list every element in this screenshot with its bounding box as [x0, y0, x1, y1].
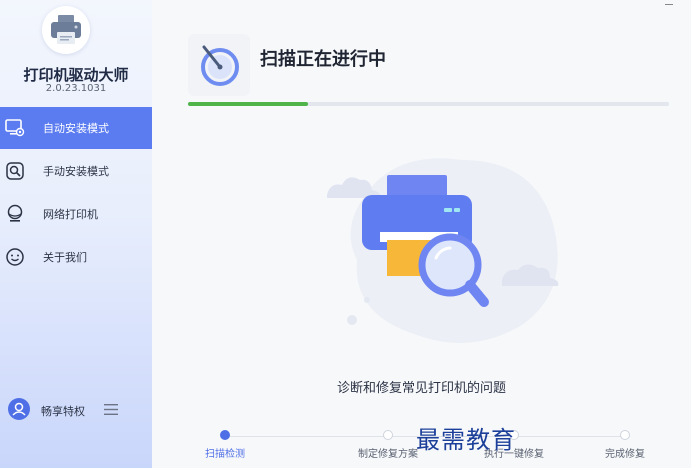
scan-subtitle: 诊断和修复常见打印机的问题 — [336, 381, 506, 396]
step-dot — [220, 430, 230, 440]
watermark: 最需教育 — [416, 426, 516, 454]
app-logo — [42, 6, 90, 54]
main-panel: 扫描正在进行中 诊断和修复常见打印机的问题 扫描检测 制定修复方案 执行一键修复… — [152, 0, 691, 468]
sidebar-item-label: 自动安装模式 — [43, 122, 109, 135]
sidebar-item-label: 关于我们 — [43, 251, 87, 264]
step-dot — [620, 430, 630, 440]
minimize-button[interactable] — [665, 4, 673, 5]
sidebar-item-auto-install[interactable]: 自动安装模式 — [0, 107, 152, 149]
scan-gauge-icon — [188, 34, 250, 96]
step-scan: 扫描检测 — [180, 430, 270, 460]
about-icon — [6, 248, 24, 266]
scan-progress-bar — [188, 102, 669, 106]
progress-fill — [188, 102, 309, 106]
manual-install-icon — [6, 162, 24, 180]
app-title: 打印机驱动大师 — [23, 66, 129, 84]
sidebar-item-network-printer[interactable]: 网络打印机 — [0, 193, 152, 235]
user-name: 畅享特权 — [41, 405, 85, 418]
user-panel[interactable]: 畅享特权 — [8, 398, 144, 422]
page-title: 扫描正在进行中 — [260, 49, 386, 70]
step-dot — [383, 430, 393, 440]
sidebar-item-about[interactable]: 关于我们 — [0, 236, 152, 278]
step-label: 完成修复 — [605, 449, 645, 460]
sidebar: 打印机驱动大师 2.0.23.1031 自动安装模式 手动安装模式 网络打印机 — [0, 0, 152, 468]
sidebar-item-label: 网络打印机 — [43, 208, 98, 221]
menu-icon[interactable] — [104, 404, 118, 415]
app-version: 2.0.23.1031 — [45, 83, 107, 94]
step-label: 扫描检测 — [205, 449, 245, 460]
auto-install-icon — [5, 119, 25, 137]
network-printer-icon — [7, 204, 23, 222]
step-complete: 完成修复 — [580, 430, 670, 460]
printer-scan-illustration — [327, 158, 559, 343]
sidebar-item-manual-install[interactable]: 手动安装模式 — [0, 150, 152, 192]
sidebar-item-label: 手动安装模式 — [43, 165, 109, 178]
user-icon — [12, 402, 26, 416]
avatar[interactable] — [8, 398, 30, 420]
printer-logo-icon — [51, 15, 81, 44]
